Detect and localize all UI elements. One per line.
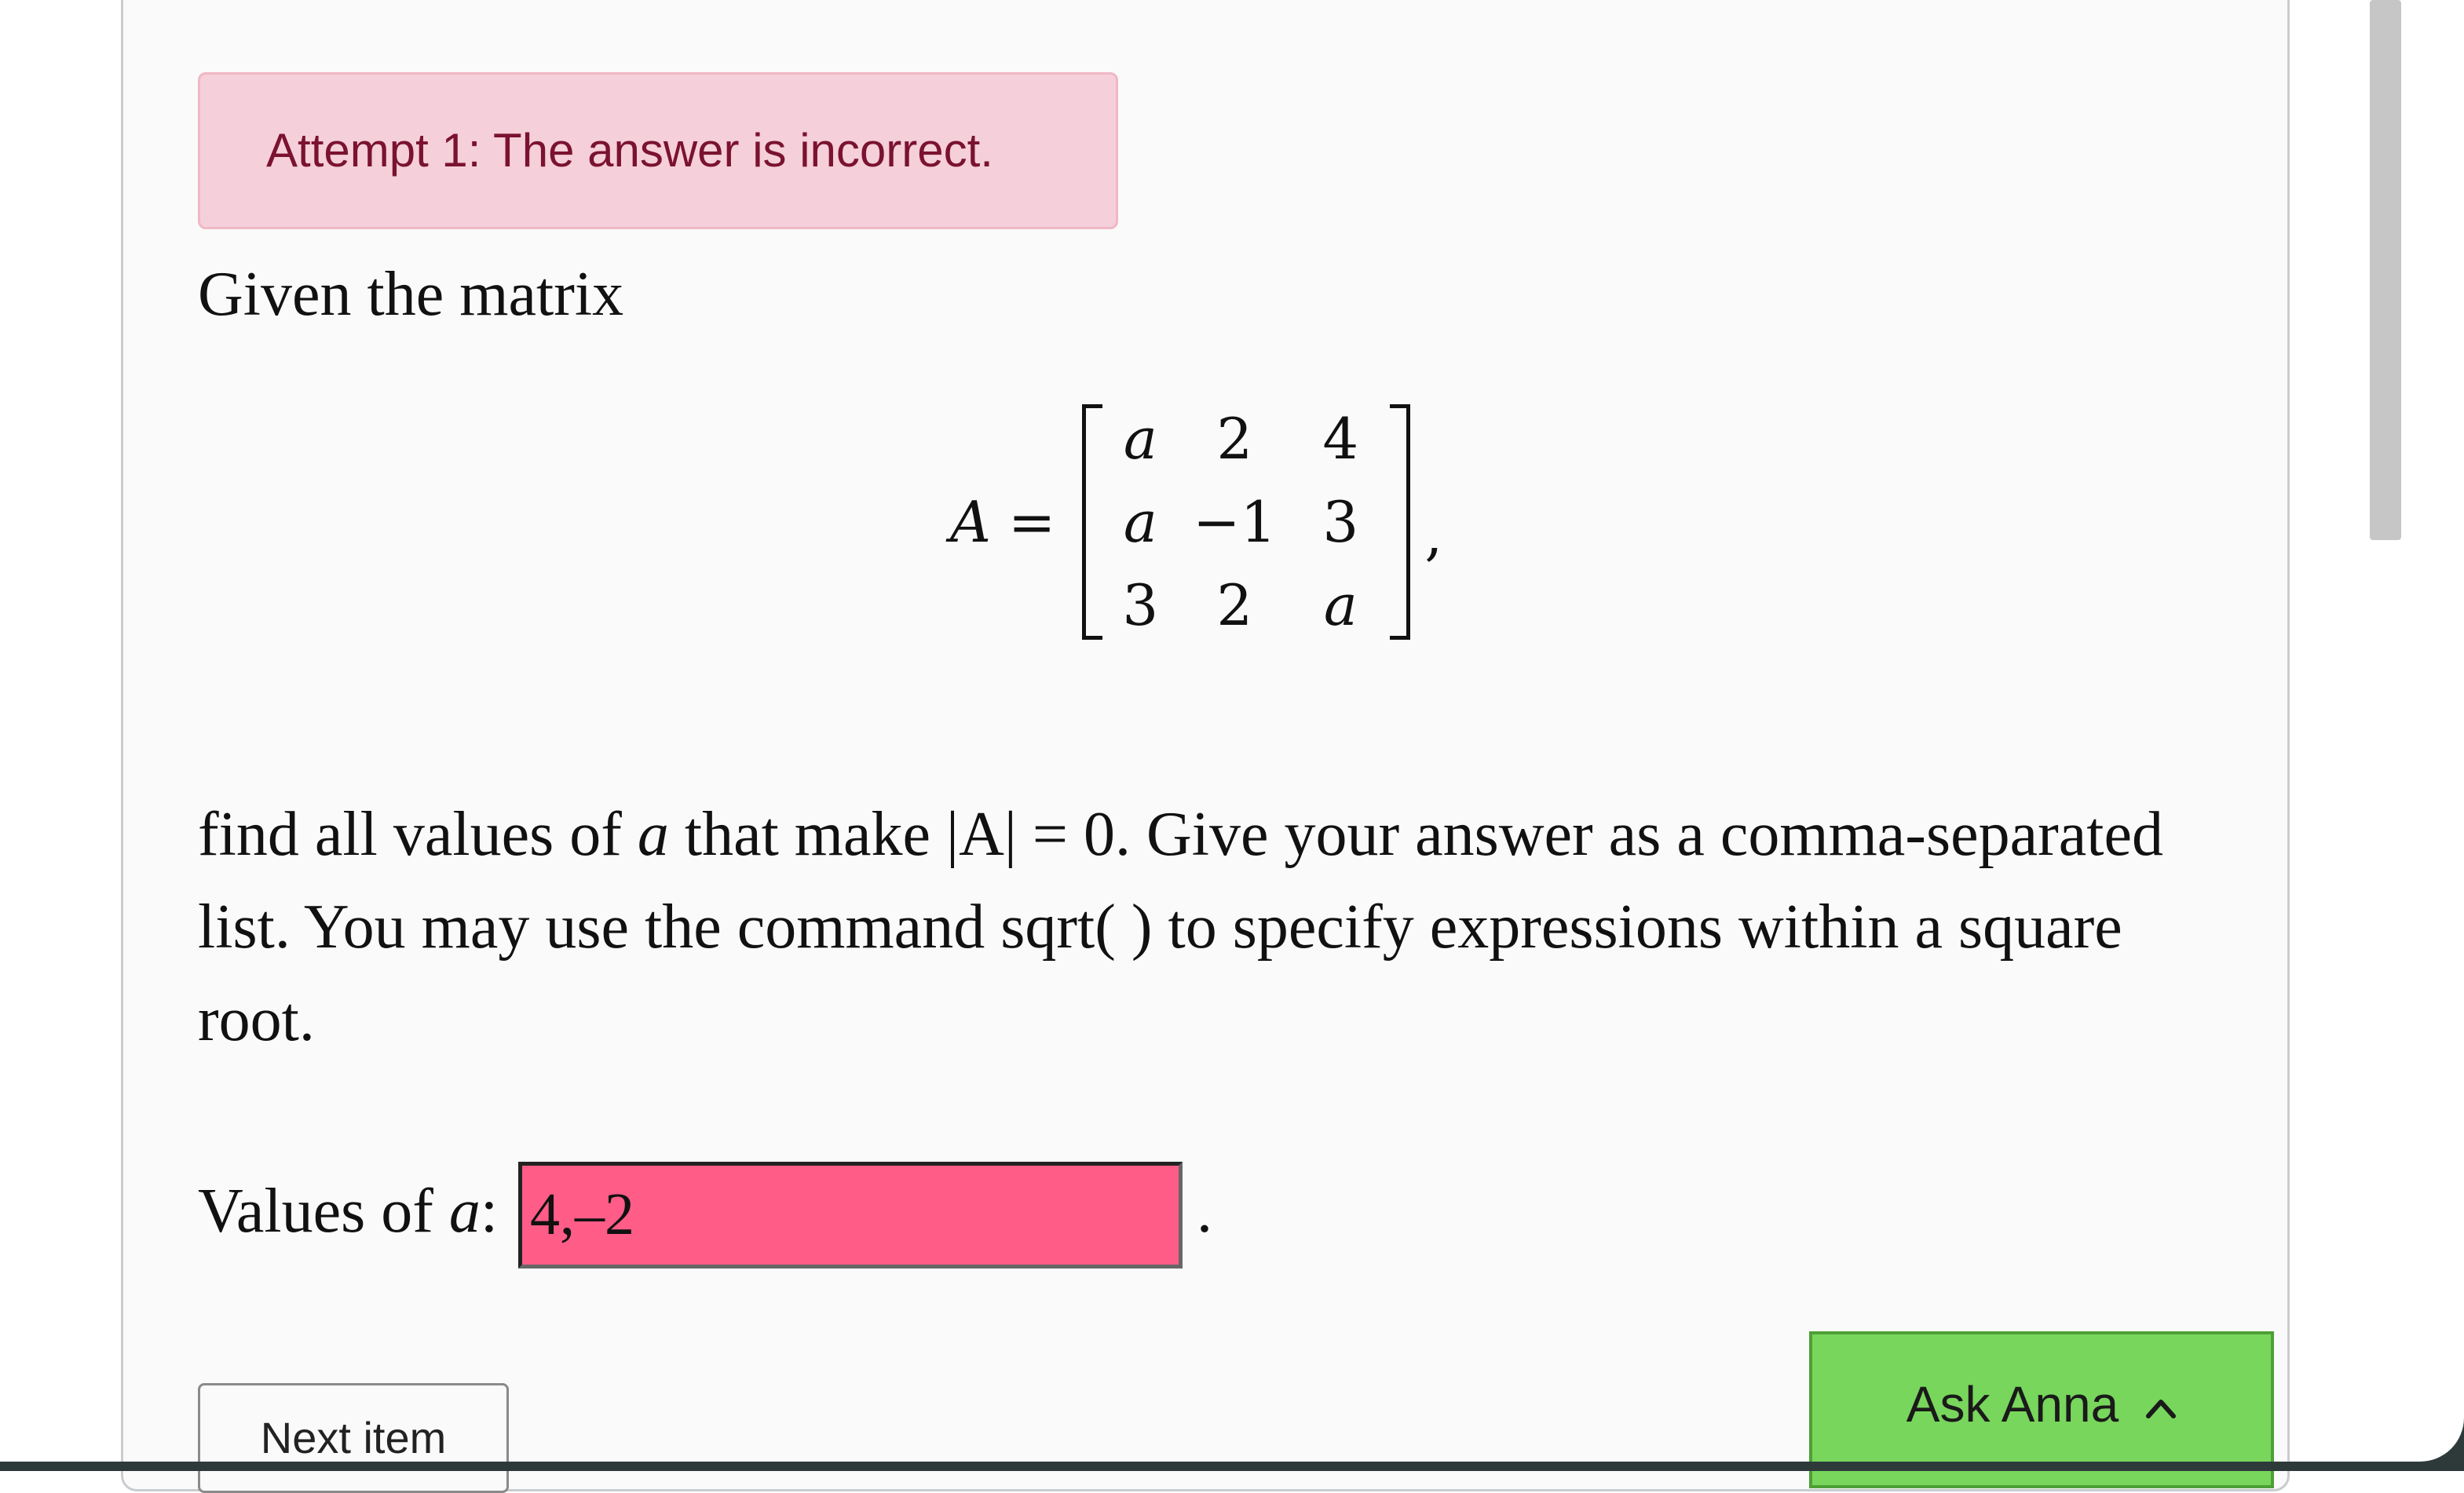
matrix-left-bracket [1082, 404, 1103, 640]
question-intro: Given the matrix [198, 260, 624, 329]
desktop-background-strip [0, 1462, 2464, 1471]
prompt-variable: a [637, 800, 669, 869]
equals-sign: = [1008, 489, 1056, 555]
ask-anna-label: Ask Anna [1906, 1376, 2119, 1433]
prompt-text: that make [668, 800, 947, 869]
page-scrollbar[interactable] [2370, 0, 2401, 540]
answer-trailing-period: . [1197, 1177, 1212, 1246]
matrix-cell: a [1123, 489, 1157, 555]
feedback-alert: Attempt 1: The answer is incorrect. [198, 72, 1118, 229]
matrix-cell: −1 [1193, 489, 1277, 555]
matrix-right-bracket [1390, 404, 1411, 640]
matrix-cell: a [1123, 406, 1157, 472]
chevron-up-icon [2146, 1400, 2177, 1418]
question-prompt: find all values of a that make |A| = 0. … [198, 788, 2239, 1066]
matrix-cell: 3 [1122, 572, 1159, 638]
answer-label-colon: : [480, 1177, 499, 1246]
matrix-cell: 3 [1322, 489, 1359, 555]
matrix-cell: 2 [1216, 572, 1253, 638]
matrix-cell: a [1323, 572, 1358, 638]
matrix-cell: 4 [1322, 406, 1359, 472]
determinant-expression: |A| = 0 [946, 800, 1115, 869]
feedback-message: Attempt 1: The answer is incorrect. [266, 124, 993, 177]
matrix-equation: A = a 2 4 a −1 3 3 2 a , [950, 400, 1442, 644]
answer-label-text: Values of [198, 1177, 449, 1246]
next-item-button[interactable]: Next item [198, 1383, 509, 1493]
matrix-grid: a 2 4 a −1 3 3 2 a [1109, 397, 1384, 647]
matrix-cell: 2 [1216, 406, 1253, 472]
answer-label: Values of a: [198, 1176, 498, 1247]
matrix-trailing-comma: , [1424, 502, 1443, 568]
matrix-name: A [950, 489, 991, 555]
prompt-text: find all values of [198, 800, 638, 869]
answer-input[interactable]: 4,–2 [518, 1162, 1183, 1269]
answer-label-variable: a [448, 1177, 481, 1246]
